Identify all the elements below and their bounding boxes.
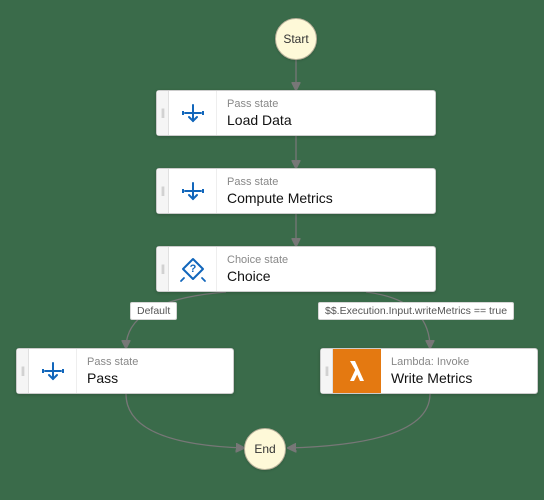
svg-text:?: ? — [189, 263, 196, 275]
state-type: Lambda: Invoke — [391, 355, 527, 369]
drag-handle[interactable]: || — [157, 169, 169, 213]
edge-label-condition: $$.Execution.Input.writeMetrics == true — [318, 302, 514, 320]
pass-icon — [169, 169, 217, 213]
choice-icon: ? — [169, 247, 217, 291]
edge-label-default: Default — [130, 302, 177, 320]
state-type: Pass state — [87, 355, 223, 369]
workflow-canvas: Start || Pass state Load Data || Pass st… — [0, 0, 544, 500]
state-write-metrics[interactable]: || Lambda: Invoke Write Metrics — [320, 348, 538, 394]
end-label: End — [254, 442, 275, 456]
start-label: Start — [283, 32, 308, 46]
pass-icon — [29, 349, 77, 393]
drag-handle[interactable]: || — [17, 349, 29, 393]
state-name: Compute Metrics — [227, 189, 425, 207]
pass-icon — [169, 91, 217, 135]
state-type: Pass state — [227, 97, 425, 111]
state-pass[interactable]: || Pass state Pass — [16, 348, 234, 394]
state-name: Choice — [227, 267, 425, 285]
end-terminal[interactable]: End — [244, 428, 286, 470]
start-terminal[interactable]: Start — [275, 18, 317, 60]
state-type: Choice state — [227, 253, 425, 267]
drag-handle[interactable]: || — [321, 349, 333, 393]
state-name: Write Metrics — [391, 369, 527, 387]
lambda-icon — [333, 349, 381, 393]
state-type: Pass state — [227, 175, 425, 189]
state-name: Load Data — [227, 111, 425, 129]
state-name: Pass — [87, 369, 223, 387]
drag-handle[interactable]: || — [157, 247, 169, 291]
state-load-data[interactable]: || Pass state Load Data — [156, 90, 436, 136]
drag-handle[interactable]: || — [157, 91, 169, 135]
state-choice[interactable]: || ? Choice state Choice — [156, 246, 436, 292]
state-compute-metrics[interactable]: || Pass state Compute Metrics — [156, 168, 436, 214]
